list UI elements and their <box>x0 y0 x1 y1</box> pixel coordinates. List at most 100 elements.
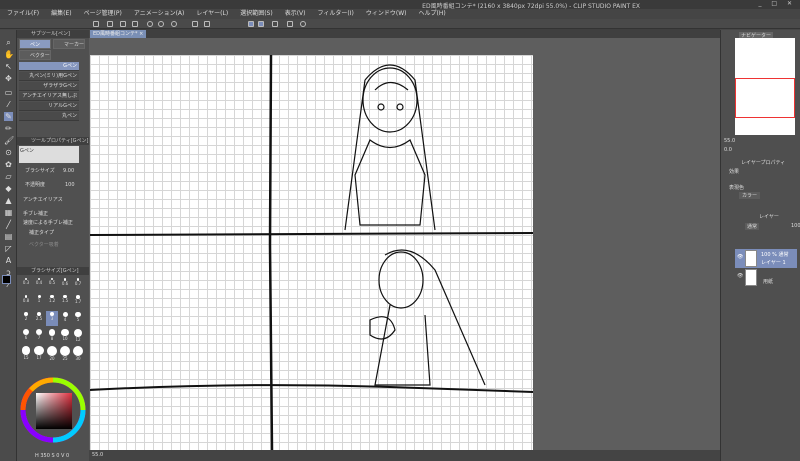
blend-tool-icon[interactable]: ◆ <box>4 184 13 193</box>
brush-tool-icon[interactable]: 🖌 <box>4 136 14 145</box>
eye-icon[interactable]: 👁 <box>737 254 743 260</box>
brush-size-option[interactable]: 8 <box>46 328 58 343</box>
navigator-rotation[interactable]: 0.0 <box>724 147 732 153</box>
brush-size-label: 6 <box>24 334 28 340</box>
pen-tool-icon[interactable]: ✎ <box>4 112 13 121</box>
eye-icon[interactable]: 👁 <box>737 273 743 279</box>
brush-size-option[interactable]: 3 <box>46 311 58 326</box>
menu-page[interactable]: ページ管理(P) <box>84 9 122 19</box>
brush-size-option[interactable]: 0.3 <box>20 277 32 292</box>
brush-size-option[interactable]: 5 <box>72 311 84 326</box>
brush-size-option[interactable]: 10 <box>59 328 71 343</box>
layer-opacity[interactable]: 100 <box>791 223 800 229</box>
color-wheel[interactable] <box>17 365 89 455</box>
zoom-tool-icon[interactable]: ⌕ <box>4 38 13 47</box>
opacity-value[interactable]: 100 <box>65 182 75 188</box>
fill-tool-icon[interactable]: ▲ <box>4 196 13 205</box>
save-icon[interactable] <box>120 21 126 27</box>
decoration-tool-icon[interactable]: ✿ <box>4 160 13 169</box>
menu-selection[interactable]: 選択範囲(S) <box>240 9 273 19</box>
new-icon[interactable] <box>93 21 99 27</box>
export-icon[interactable] <box>132 21 138 27</box>
settings-icon[interactable] <box>287 21 293 27</box>
main-color-swatch[interactable] <box>2 275 11 284</box>
brush-size-option[interactable]: 1.7 <box>72 294 84 309</box>
blend-mode-select[interactable]: 通常 <box>745 223 760 230</box>
navigator-viewport[interactable] <box>735 78 795 118</box>
ruler-tool-icon[interactable]: ◸ <box>4 244 13 253</box>
transform-icon[interactable] <box>204 21 210 27</box>
brush-size-option[interactable]: 4 <box>59 311 71 326</box>
eraser-tool-icon[interactable]: ▱ <box>4 172 13 181</box>
menu-window[interactable]: ウィンドウ(W) <box>366 9 407 19</box>
brush-size-option[interactable]: 0.7 <box>72 277 84 292</box>
subtool-tab-pen[interactable]: ペン <box>19 39 51 49</box>
layer-property-header: レイヤープロパティ <box>741 160 786 166</box>
brush-item[interactable]: 丸ペン <box>19 112 79 121</box>
brush-item[interactable]: ザラザラGペン <box>19 82 79 91</box>
brush-size-label: 3 <box>50 316 54 322</box>
brush-size-option[interactable]: 1.5 <box>59 294 71 309</box>
brush-size-option[interactable]: 30 <box>72 345 84 361</box>
open-icon[interactable] <box>107 21 113 27</box>
figure-tool-icon[interactable]: ╱ <box>4 220 13 229</box>
brush-size-option[interactable]: 17 <box>33 345 45 360</box>
menu-animation[interactable]: アニメーション(A) <box>134 9 185 19</box>
navigator-preview[interactable] <box>735 38 795 135</box>
canvas-page[interactable] <box>90 55 533 450</box>
operation-tool-icon[interactable]: ↖ <box>4 62 13 71</box>
navigator-zoom[interactable]: 55.0 <box>724 138 735 144</box>
snap-grid-icon[interactable] <box>272 21 278 27</box>
selection-tool-icon[interactable]: ▭ <box>4 88 13 97</box>
record-icon[interactable] <box>300 21 306 27</box>
brush-size-option[interactable]: 0.8 <box>20 294 32 309</box>
brush-size-option[interactable]: 7 <box>33 328 45 343</box>
brush-size-option[interactable]: 0.6 <box>59 277 71 292</box>
layer-row[interactable]: 👁 100 % 通常 レイヤー 1 <box>735 249 797 268</box>
layer-row[interactable]: 👁 用紙 <box>735 268 797 287</box>
document-tab[interactable]: ED風時番組コンテ* × <box>90 30 147 38</box>
eyedropper-tool-icon[interactable]: ⁄ <box>4 100 13 109</box>
brush-size-option[interactable]: 2 <box>20 311 32 326</box>
subtool-tab-marker[interactable]: マーカー <box>53 39 85 49</box>
frame-tool-icon[interactable]: ▤ <box>4 232 13 241</box>
brush-item[interactable]: 丸ペン(ミリ)用Gペン <box>19 72 79 81</box>
snap-ruler-icon[interactable] <box>248 21 254 27</box>
menu-file[interactable]: ファイル(F) <box>7 9 39 19</box>
fill-icon[interactable] <box>192 21 198 27</box>
brush-item[interactable]: Gペン <box>19 62 79 71</box>
hand-tool-icon[interactable]: ✋ <box>4 50 14 59</box>
menu-layer[interactable]: レイヤー(L) <box>196 9 228 19</box>
brush-item[interactable]: リアルGペン <box>19 102 79 111</box>
brush-size-option[interactable]: 0.4 <box>33 277 45 292</box>
move-tool-icon[interactable]: ✥ <box>4 74 13 83</box>
brush-size-option[interactable]: 6 <box>20 328 32 343</box>
zoom-readout[interactable]: 55.0 <box>92 452 103 458</box>
brush-size-option[interactable]: 12 <box>72 328 84 343</box>
brush-size-option[interactable]: 1.2 <box>46 294 58 309</box>
brush-size-option[interactable]: 0.5 <box>46 277 58 292</box>
menu-edit[interactable]: 編集(E) <box>51 9 71 19</box>
clear-icon[interactable] <box>171 21 177 27</box>
menu-filter[interactable]: フィルター(I) <box>318 9 354 19</box>
speed-stabilization-checkbox[interactable]: 速度による手ブレ補正 <box>23 219 73 226</box>
brush-size-option[interactable]: 25 <box>59 345 71 361</box>
text-tool-icon[interactable]: A <box>4 256 13 265</box>
gradient-tool-icon[interactable]: ▦ <box>4 208 13 217</box>
expression-color-select[interactable]: カラー <box>739 192 761 199</box>
brush-size-option[interactable]: 15 <box>20 345 32 360</box>
brush-size-option[interactable]: 2.5 <box>33 311 45 326</box>
pencil-tool-icon[interactable]: ✏ <box>4 124 13 133</box>
brush-size-option[interactable]: 20 <box>46 345 58 361</box>
undo-icon[interactable] <box>147 21 153 27</box>
brush-item[interactable]: アンチエイリアス無しぷらっきペン <box>19 92 79 108</box>
menu-view[interactable]: 表示(V) <box>285 9 306 19</box>
redo-icon[interactable] <box>158 21 164 27</box>
brush-size-value[interactable]: 9.00 <box>63 168 74 174</box>
subtool-tab-vector[interactable]: ベクター用 <box>19 50 51 69</box>
window-controls[interactable]: _ □ ✕ <box>758 0 796 7</box>
menu-help[interactable]: ヘルプ(H) <box>418 9 445 19</box>
airbrush-tool-icon[interactable]: ⊙ <box>4 148 13 157</box>
snap-special-ruler-icon[interactable] <box>258 21 264 27</box>
brush-size-option[interactable]: 1 <box>33 294 45 309</box>
